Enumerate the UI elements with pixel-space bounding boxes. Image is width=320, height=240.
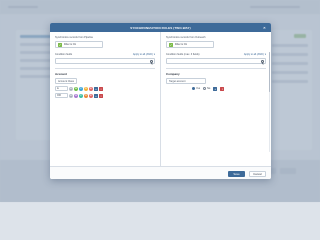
outreach-apply-dropdown[interactable]: Apply to all (AND) ▾ xyxy=(244,53,266,56)
outreach-apply-label: Apply to all (AND) xyxy=(243,53,264,56)
yes-option[interactable]: Yes xyxy=(192,86,201,91)
pipeline-apply-dropdown[interactable]: Apply to all (AND) ▾ xyxy=(133,53,155,56)
outreach-condition-header: Condition fields (max. 3 fields) Apply t… xyxy=(166,53,266,56)
no-label: No xyxy=(207,87,211,91)
value-chip-d[interactable]: D xyxy=(84,93,88,98)
no-option[interactable]: No xyxy=(203,86,211,91)
divider xyxy=(55,68,155,69)
search-icon xyxy=(149,60,153,63)
outreach-field-name: Target account xyxy=(166,78,206,84)
pipeline-condition-row-2: OR A B C D E + ▪ xyxy=(55,93,155,98)
outreach-field-search[interactable] xyxy=(166,58,266,64)
save-button[interactable]: Save xyxy=(228,170,245,177)
plus-icon[interactable]: + xyxy=(213,86,218,91)
outreach-column: Synchronize records from Outreach ✓ Filt… xyxy=(161,32,271,166)
dialog-title: SYNCHRONIZATION RULES (TWO-WAY) xyxy=(130,25,191,30)
plus-icon[interactable]: + xyxy=(94,93,98,98)
outreach-condition-row: Yes No + ▪ xyxy=(192,86,266,91)
value-chip-d[interactable]: D xyxy=(84,86,88,91)
plus-icon[interactable]: + xyxy=(94,86,98,91)
pipeline-condition-row-1: is A B C D E + ▪ xyxy=(55,86,155,91)
pipeline-field-search[interactable] xyxy=(55,58,155,64)
outreach-filter-label: Filter is On xyxy=(175,43,188,46)
pipeline-column: Synchronize records from Pipeline ✓ Filt… xyxy=(50,32,161,166)
value-chip-b[interactable]: B xyxy=(74,86,78,91)
dialog-columns: Synchronize records from Pipeline ✓ Filt… xyxy=(50,32,271,166)
check-icon: ✓ xyxy=(169,42,173,47)
dialog-title-bar: SYNCHRONIZATION RULES (TWO-WAY) × xyxy=(50,23,271,32)
outreach-object-name: Company xyxy=(166,72,180,76)
pipeline-filter-label: Filter is On xyxy=(64,43,77,46)
value-chip-c[interactable]: C xyxy=(79,93,83,98)
value-chip-e[interactable]: E xyxy=(89,86,93,91)
cancel-button[interactable]: Cancel xyxy=(249,170,266,177)
pipeline-condition-label: Condition fields xyxy=(55,53,73,56)
chevron-down-icon: ▾ xyxy=(264,53,266,56)
pipeline-field-name: Account Class xyxy=(55,78,77,84)
operator-select[interactable]: OR xyxy=(55,93,68,98)
search-icon xyxy=(260,60,264,63)
outreach-condition-label: Condition fields (max. 3 fields) xyxy=(166,53,200,56)
dialog-footer: Save Cancel xyxy=(50,166,271,179)
sync-rules-dialog: SYNCHRONIZATION RULES (TWO-WAY) × Synchr… xyxy=(50,23,271,179)
value-chip-a[interactable]: A xyxy=(69,86,73,91)
radio-icon xyxy=(203,86,207,90)
value-chip-a[interactable]: A xyxy=(69,93,73,98)
chevron-down-icon: ▾ xyxy=(153,53,155,56)
value-chip-e[interactable]: E xyxy=(89,93,93,98)
value-chip-b[interactable]: B xyxy=(74,93,78,98)
radio-icon xyxy=(192,86,195,90)
outreach-filter-toggle[interactable]: ✓ Filter is On xyxy=(166,41,214,48)
pipeline-condition-header: Condition fields Apply to all (AND) ▾ xyxy=(55,53,155,56)
trash-icon[interactable]: ▪ xyxy=(99,86,103,91)
pipeline-object-name: Account xyxy=(55,72,67,76)
divider xyxy=(166,68,266,69)
operator-select[interactable]: is xyxy=(55,86,68,91)
check-icon: ✓ xyxy=(58,42,62,47)
value-chip-c[interactable]: C xyxy=(79,86,83,91)
pipeline-apply-label: Apply to all (AND) xyxy=(132,53,153,56)
trash-icon[interactable]: ▪ xyxy=(99,93,103,98)
scrollbar[interactable] xyxy=(268,52,270,152)
pipeline-sync-label: Synchronize records from Pipeline xyxy=(55,36,94,39)
outreach-sync-label: Synchronize records from Outreach xyxy=(166,36,206,39)
yes-label: Yes xyxy=(196,87,201,91)
close-icon[interactable]: × xyxy=(262,25,267,30)
pipeline-filter-toggle[interactable]: ✓ Filter is On xyxy=(55,41,103,48)
trash-icon[interactable]: ▪ xyxy=(220,86,225,91)
